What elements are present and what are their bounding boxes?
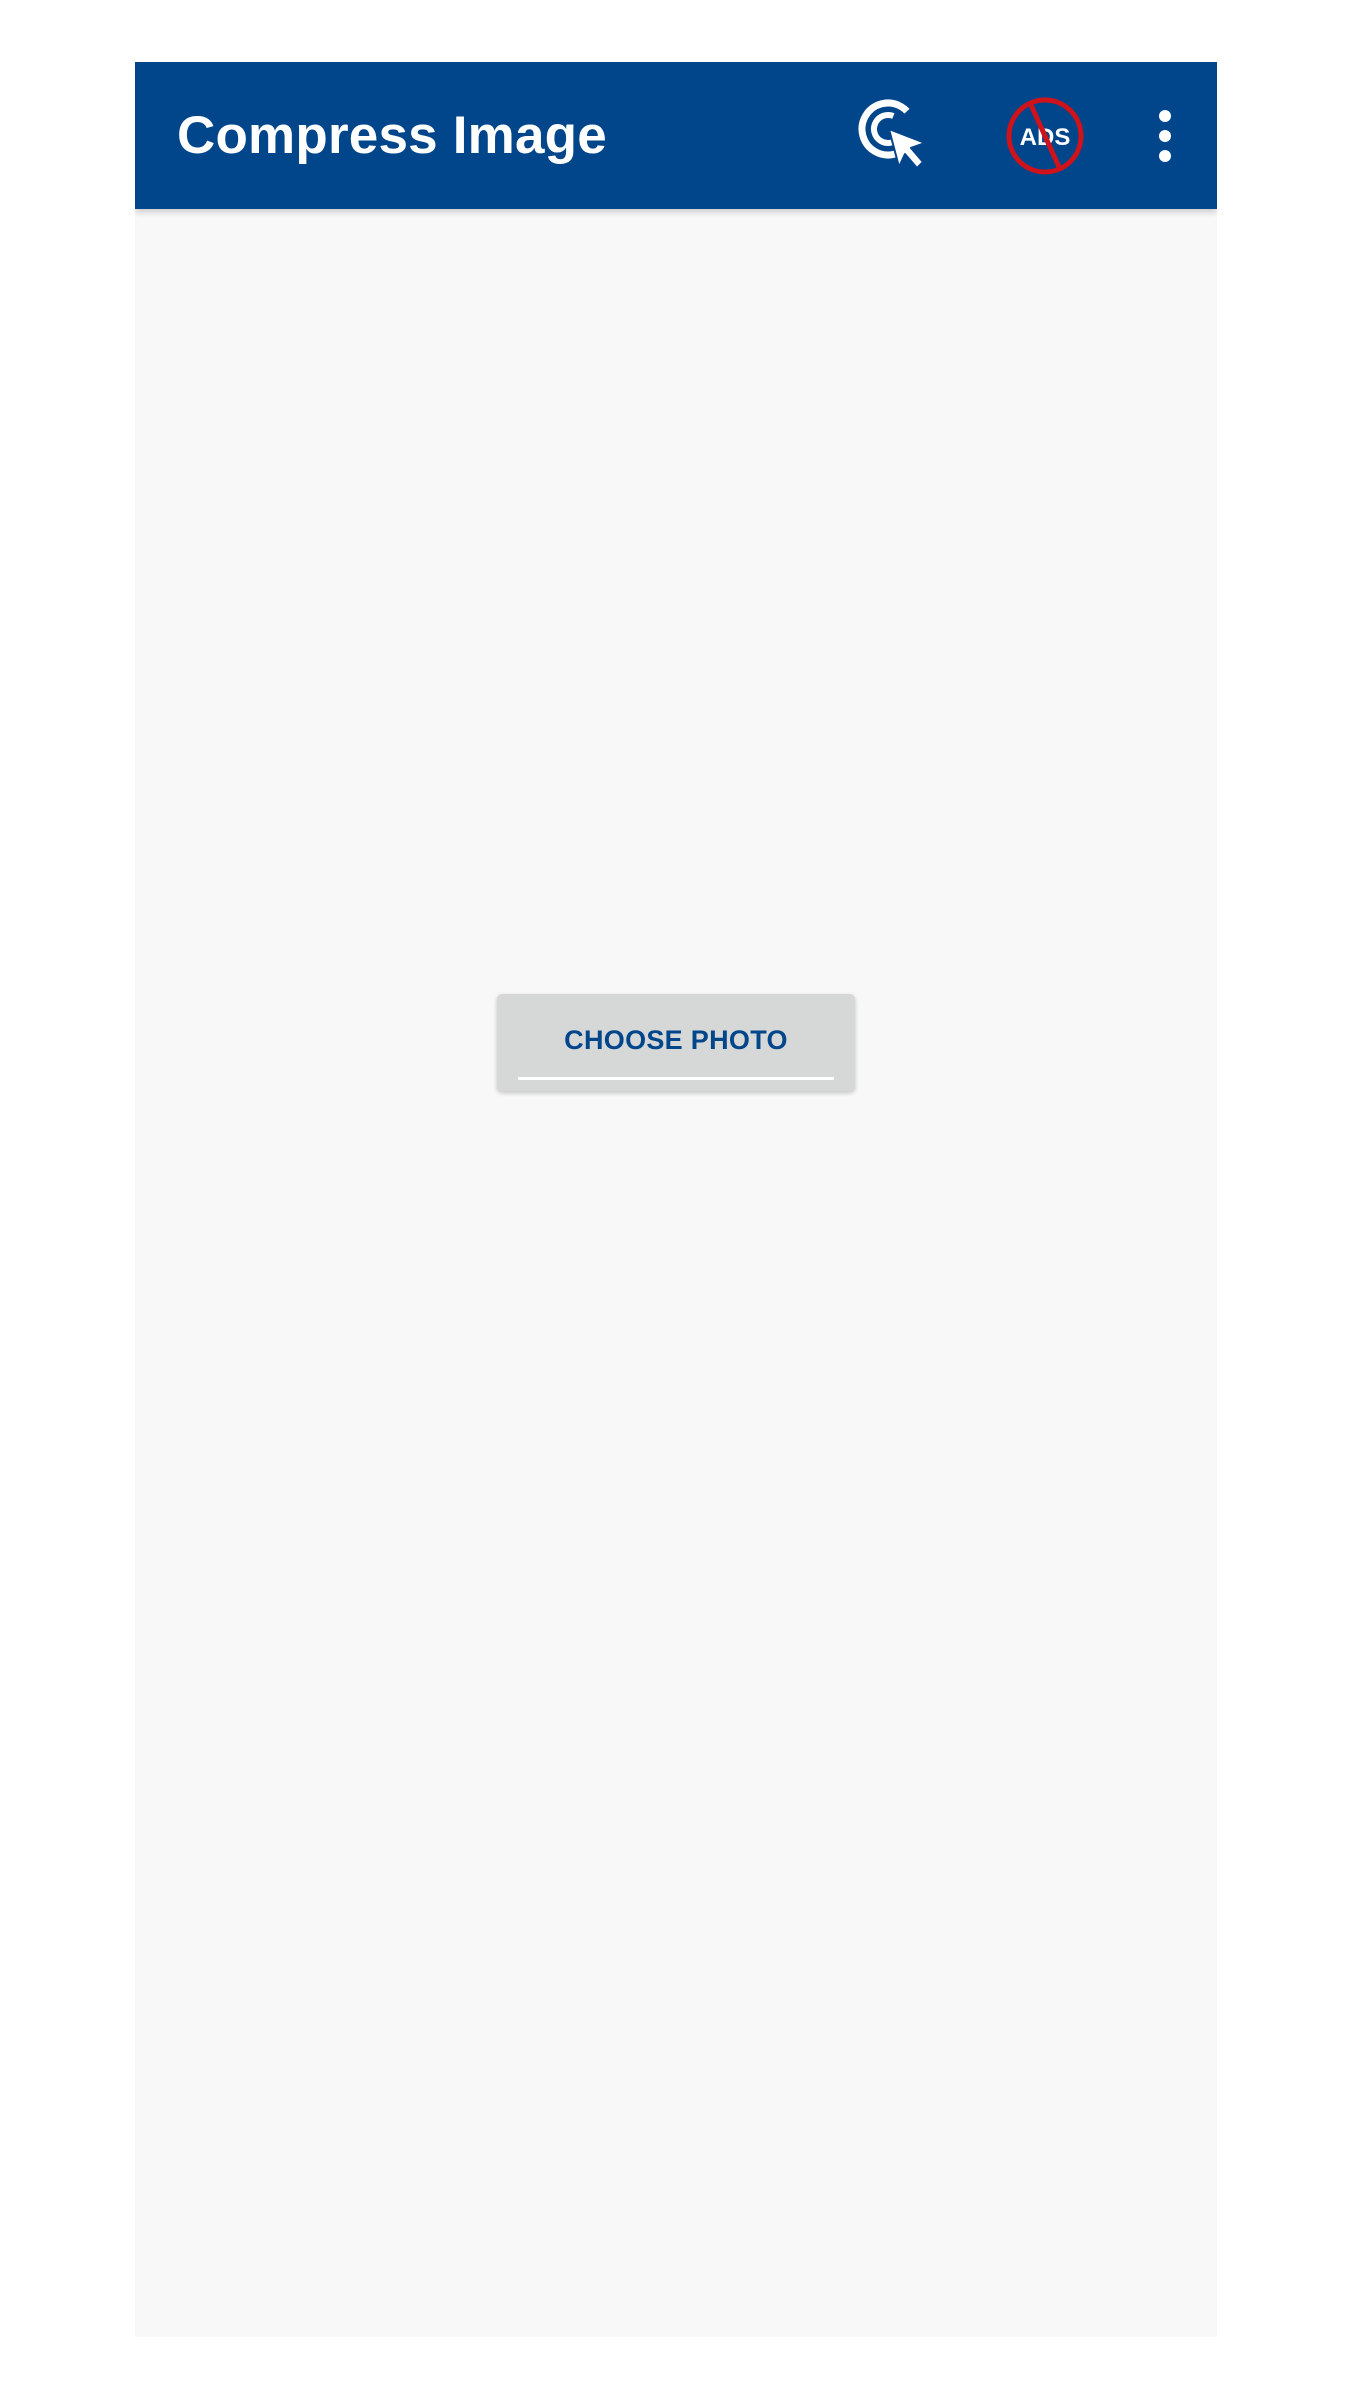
app-screen: Compress Image ADS CHOOSE P xyxy=(135,62,1217,2337)
click-cursor-button[interactable] xyxy=(835,62,955,209)
click-cursor-icon xyxy=(858,99,926,169)
no-ads-icon: ADS xyxy=(1006,97,1084,174)
overflow-menu-button[interactable] xyxy=(1135,62,1195,209)
button-underline xyxy=(518,1077,834,1080)
main-content: CHOOSE PHOTO xyxy=(135,209,1217,2337)
app-bar: Compress Image ADS xyxy=(135,62,1217,209)
page-title: Compress Image xyxy=(177,106,607,165)
remove-ads-button[interactable]: ADS xyxy=(985,62,1105,209)
overflow-menu-icon xyxy=(1159,109,1171,162)
choose-photo-button[interactable]: CHOOSE PHOTO xyxy=(497,994,855,1091)
choose-photo-label: CHOOSE PHOTO xyxy=(564,1025,788,1055)
